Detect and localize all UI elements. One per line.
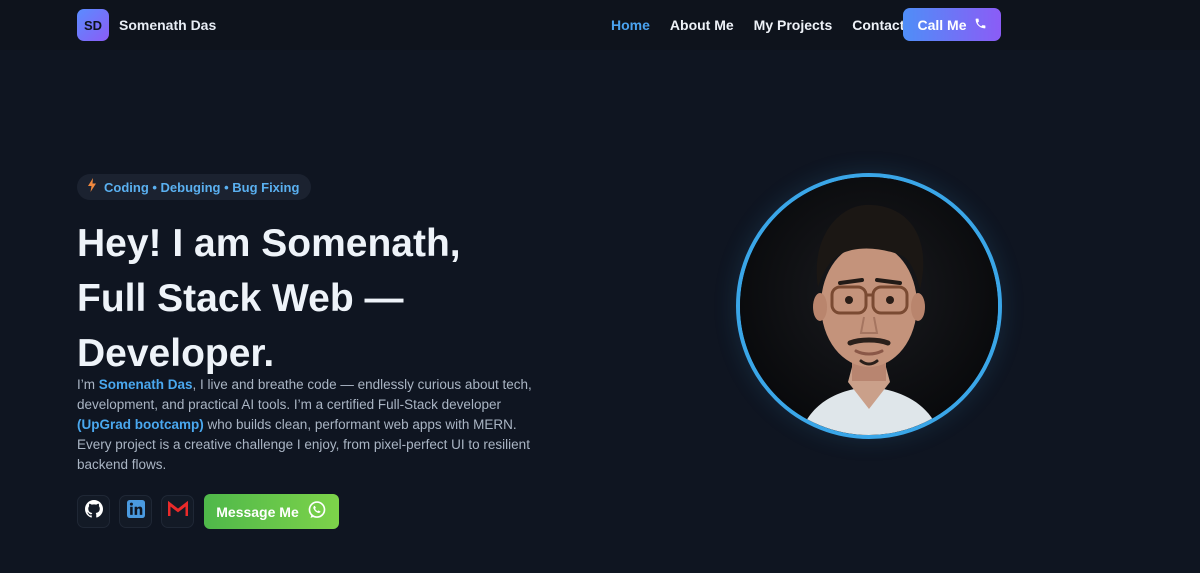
- call-me-label: Call Me: [917, 16, 967, 33]
- navbar: SD Somenath Das Home About Me My Project…: [0, 0, 1200, 50]
- desc-text-1: I’m: [77, 377, 99, 392]
- hero-description: I’m Somenath Das, I live and breathe cod…: [77, 375, 537, 475]
- nav-links: Home About Me My Projects Contact: [611, 17, 924, 33]
- hero-title: Hey! I am Somenath, Full Stack Web — Dev…: [77, 216, 547, 381]
- gmail-link[interactable]: [161, 495, 194, 528]
- lightning-icon: [87, 177, 97, 197]
- brand-name[interactable]: Somenath Das: [119, 17, 216, 33]
- desc-bootcamp-highlight: (UpGrad bootcamp): [77, 417, 204, 432]
- desc-name-highlight: Somenath Das: [98, 377, 193, 392]
- brand[interactable]: SD Somenath Das: [77, 9, 216, 41]
- call-me-button[interactable]: Call Me: [903, 8, 1001, 41]
- skills-badge-text: Coding • Debuging • Bug Fixing: [104, 179, 300, 195]
- message-me-label: Message Me: [216, 503, 299, 520]
- hero-title-line-1: Hey! I am Somenath,: [77, 222, 461, 265]
- gmail-icon: [167, 500, 188, 522]
- whatsapp-icon: [307, 500, 327, 523]
- nav-home-link[interactable]: Home: [611, 17, 650, 33]
- github-link[interactable]: [77, 495, 110, 528]
- profile-photo: [736, 173, 1002, 439]
- hero-title-line-2: Full Stack Web —: [77, 277, 404, 320]
- message-me-button[interactable]: Message Me: [204, 494, 339, 529]
- github-icon: [84, 500, 103, 523]
- linkedin-link[interactable]: [119, 495, 152, 528]
- nav-about-link[interactable]: About Me: [670, 17, 734, 33]
- social-links: Message Me: [77, 494, 339, 529]
- hero-title-line-3: Developer.: [77, 332, 275, 375]
- nav-projects-link[interactable]: My Projects: [754, 17, 833, 33]
- skills-badge: Coding • Debuging • Bug Fixing: [77, 174, 312, 200]
- phone-icon: [974, 17, 987, 33]
- linkedin-icon: [126, 500, 145, 523]
- nav-contact-link[interactable]: Contact: [852, 17, 904, 33]
- brand-logo[interactable]: SD: [77, 9, 109, 41]
